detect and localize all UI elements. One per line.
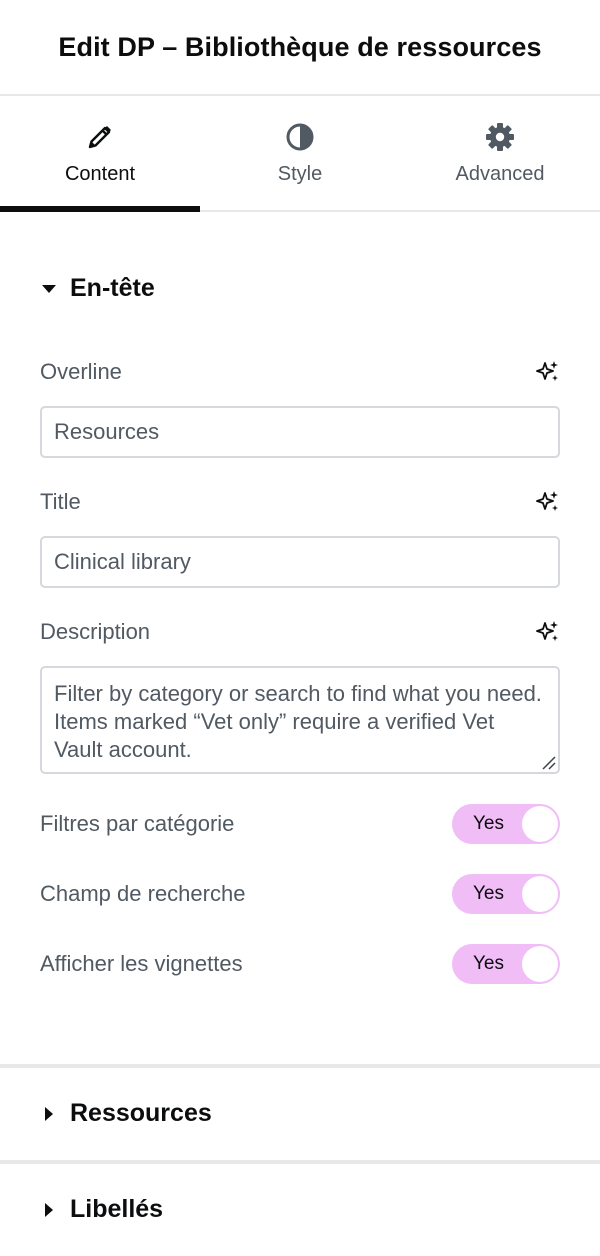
category-filters-toggle[interactable]: Yes	[452, 804, 560, 844]
tab-style[interactable]: Style	[200, 96, 400, 210]
section-title: Libellés	[70, 1195, 164, 1223]
tab-advanced-label: Advanced	[455, 163, 545, 185]
section-title: En-tête	[70, 274, 155, 302]
pencil-icon	[85, 122, 115, 152]
toggle-knob	[522, 806, 558, 842]
section-divider	[0, 1160, 600, 1164]
tab-style-label: Style	[277, 163, 323, 185]
toggle-state: Yes	[473, 953, 504, 974]
caret-down-icon	[40, 280, 60, 298]
description-textarea[interactable]: Filter by category or search to find wha…	[40, 666, 560, 774]
caret-right-icon	[40, 1105, 60, 1123]
caret-right-icon	[40, 1201, 60, 1219]
tab-content[interactable]: Content	[0, 96, 200, 212]
section-resources-toggle[interactable]: Ressources	[40, 1099, 212, 1128]
ai-sparkle-icon[interactable]	[536, 620, 560, 644]
panel-title: Edit DP – Bibliothèque de ressources	[58, 31, 542, 62]
section-header-toggle[interactable]: En-tête	[40, 274, 155, 303]
search-field-label: Champ de recherche	[40, 881, 246, 906]
overline-input[interactable]	[40, 406, 560, 458]
overline-label: Overline	[40, 359, 122, 384]
search-field-toggle[interactable]: Yes	[452, 874, 560, 914]
section-labels-toggle[interactable]: Libellés	[40, 1195, 163, 1224]
category-filters-label: Filtres par catégorie	[40, 811, 235, 836]
panel-header: Edit DP – Bibliothèque de ressources	[0, 0, 600, 96]
section-title: Ressources	[70, 1099, 212, 1127]
title-label: Title	[40, 489, 81, 514]
gear-icon	[485, 122, 515, 152]
toggle-knob	[522, 946, 558, 982]
toggle-state: Yes	[473, 883, 504, 904]
toggle-state: Yes	[473, 813, 504, 834]
contrast-icon	[285, 122, 315, 152]
toggle-knob	[522, 876, 558, 912]
title-input[interactable]	[40, 536, 560, 588]
show-thumbnails-toggle[interactable]: Yes	[452, 944, 560, 984]
tab-advanced[interactable]: Advanced	[400, 96, 600, 210]
show-thumbnails-label: Afficher les vignettes	[40, 951, 243, 976]
description-label: Description	[40, 619, 151, 644]
tab-bar: Content Style Advanced	[0, 96, 600, 212]
section-divider	[0, 1064, 600, 1068]
ai-sparkle-icon[interactable]	[536, 490, 560, 514]
tab-content-label: Content	[64, 163, 136, 185]
ai-sparkle-icon[interactable]	[536, 360, 560, 384]
